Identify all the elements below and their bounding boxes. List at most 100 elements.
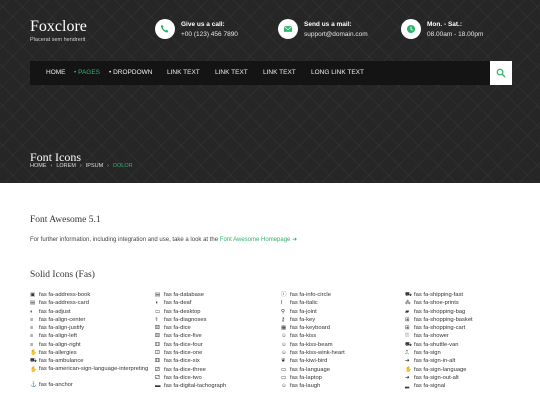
font-icon: ⎍ — [405, 350, 409, 357]
icon-list-item: ☺ fas fa-kiss — [281, 332, 406, 340]
phone-icon — [155, 19, 175, 39]
icon-class-label: fas fa-keyboard — [290, 325, 330, 332]
icon-list-item: ▂ fas fa-signal — [405, 382, 530, 390]
icon-list-item: ⁂ fas fa-shoe-prints — [405, 299, 530, 307]
icon-list-item: ⚄ fas fa-dice — [155, 324, 280, 332]
icon-list-item: ⚅ fas fa-dice-six — [155, 357, 280, 365]
icon-list-item: ❦ fas fa-kiwi-bird — [281, 357, 406, 365]
contact-mail-value[interactable]: support@domain.com — [304, 30, 368, 39]
icon-list-item: ➜ fas fa-sign-out-alt — [405, 374, 530, 382]
nav-link-1[interactable]: LINK TEXT — [167, 69, 200, 76]
icon-class-label: fas fa-shopping-basket — [414, 316, 473, 323]
icon-list-item: ⚃ fas fa-dice-four — [155, 341, 280, 349]
icon-class-label: fas fa-adjust — [39, 308, 71, 315]
icon-class-label: fas fa-american-sign-language-interpreti… — [39, 365, 149, 372]
breadcrumb-ipsum[interactable]: IPSUM — [86, 163, 103, 169]
icon-class-label: fas fa-deaf — [164, 300, 192, 307]
font-icon: ▭ — [281, 366, 287, 373]
icon-list-item: ▭ fas fa-desktop — [155, 308, 280, 316]
icon-list-item: ▦ fas fa-keyboard — [281, 324, 406, 332]
font-awesome-link[interactable]: Font Awesome Homepage ➜ — [220, 237, 297, 243]
font-icon: ▭ — [155, 308, 161, 315]
icon-list-column: ▤ fas fa-database ◖ fas fa-deaf ▭ fas fa-desk… — [155, 291, 280, 391]
contact-hours-value: 08.00am - 18.00pm — [427, 31, 484, 38]
nav-dropdown[interactable]: • DROPDOWN — [109, 69, 152, 76]
icon-list-item: ▤ fas fa-database — [155, 291, 280, 299]
font-icon: I — [281, 300, 283, 307]
icon-list-item: ≡ fas fa-align-justify — [30, 324, 155, 332]
font-icon: ⚕ — [155, 316, 158, 323]
nav-dropdown-label: DROPDOWN — [113, 69, 153, 76]
icon-class-label: fas fa-kiss-beam — [290, 341, 333, 348]
icon-list-item: ≡ fas fa-align-left — [30, 332, 155, 340]
icon-class-label: fas fa-address-card — [39, 300, 89, 307]
font-icon: ☺ — [281, 333, 287, 340]
icon-class-label: fas fa-laptop — [290, 374, 322, 381]
brand[interactable]: Foxclore Placerat sem hendrerit — [30, 18, 87, 43]
font-icon: ▤ — [155, 292, 161, 298]
font-icon: ▂ — [405, 383, 410, 390]
icon-class-label: fas fa-sign-in-alt — [414, 358, 456, 365]
solid-icons-title: Solid Icons (Fas) — [30, 270, 95, 280]
icon-class-label: fas fa-dice-five — [164, 333, 202, 340]
icon-list-item: ☺ fas fa-laugh — [281, 382, 406, 390]
icon-list-item: ⚲ fas fa-joint — [281, 308, 406, 316]
icon-class-label: fas fa-database — [164, 292, 204, 298]
breadcrumb-separator: › — [107, 163, 110, 169]
font-icon: ≡ — [30, 333, 34, 340]
breadcrumb-home[interactable]: HOME — [30, 163, 47, 169]
brand-tagline: Placerat sem hendrerit — [30, 37, 86, 43]
icon-class-label: fas fa-dice — [164, 325, 191, 332]
font-icon: ▦ — [281, 325, 287, 332]
icon-list-item: ⊞ fas fa-shopping-basket — [405, 316, 530, 324]
icon-list-item: ⚓ fas fa-anchor — [30, 381, 155, 389]
nav-link-3[interactable]: LINK TEXT — [263, 69, 296, 76]
icon-list-item: ⚁ fas fa-dice-two — [155, 374, 280, 382]
nav-link-2[interactable]: LINK TEXT — [215, 69, 248, 76]
font-icon: ⚄ — [155, 325, 160, 332]
section-text: For further information, including integ… — [30, 237, 219, 243]
icon-class-label: fas fa-sign — [414, 350, 441, 357]
breadcrumb-lorem[interactable]: LOREM — [56, 163, 76, 169]
icon-list-column: ▣ fas fa-address-book ▤ fas fa-address-card… — [30, 291, 155, 390]
font-icon: ⚃ — [155, 341, 160, 348]
icon-class-label: fas fa-shopping-bag — [414, 308, 466, 315]
icon-list-item: ▭ fas fa-laptop — [281, 374, 406, 382]
contact-mail-title: Send us a mail: — [304, 21, 352, 28]
icon-list-item: ⛟ fas fa-shuttle-van — [405, 341, 530, 349]
icon-class-label: fas fa-digital-tachograph — [164, 383, 227, 390]
contact-call: Give us a call: +00 (123) 456 7890 — [155, 19, 238, 39]
icon-class-label: fas fa-shower — [414, 333, 449, 340]
font-icon: ◐ — [30, 308, 34, 315]
icon-class-label: fas fa-kiss — [290, 333, 317, 340]
search-button[interactable] — [490, 61, 512, 85]
icon-list-item: ☺ fas fa-kiss-beam — [281, 341, 406, 349]
font-icon: ⚂ — [155, 366, 160, 373]
icon-class-label: fas fa-align-right — [39, 341, 81, 348]
icon-class-label: fas fa-align-justify — [39, 325, 85, 332]
arrow-right-icon: ➜ — [292, 237, 298, 243]
nav-link-4[interactable]: LONG LINK TEXT — [311, 69, 364, 76]
icon-list-item: ▭ fas fa-language — [281, 366, 406, 374]
font-icon: ☺ — [281, 383, 287, 390]
font-icon: ➜ — [405, 374, 410, 381]
icon-class-label: fas fa-dice-three — [164, 366, 206, 373]
font-icon: ☺ — [281, 341, 287, 348]
icon-list-item: ✋ fas fa-american-sign-language-interpret… — [30, 366, 155, 382]
icon-list-item: ⛟ fas fa-ambulance — [30, 357, 155, 365]
icon-class-label: fas fa-dice-two — [164, 374, 202, 381]
icon-list-item: ▬ fas fa-digital-tachograph — [155, 382, 280, 390]
font-icon: ⁂ — [405, 300, 411, 307]
contact-call-value: +00 (123) 456 7890 — [181, 31, 238, 38]
brand-name[interactable]: Foxclore — [30, 18, 87, 36]
icon-list-item: ⊞ fas fa-shopping-cart — [405, 324, 530, 332]
font-icon: ✋ — [30, 350, 37, 357]
nav-home[interactable]: HOME — [46, 69, 66, 76]
icon-list-item: ➜ fas fa-sign-in-alt — [405, 357, 530, 365]
icon-list-item: ▰ fas fa-shopping-bag — [405, 308, 530, 316]
nav-pages[interactable]: • PAGES — [74, 69, 100, 76]
icon-class-label: fas fa-anchor — [39, 382, 73, 389]
font-icon: ⚄ — [155, 333, 160, 340]
font-icon: ⚲ — [281, 308, 286, 315]
font-icon: ≡ — [30, 325, 34, 332]
